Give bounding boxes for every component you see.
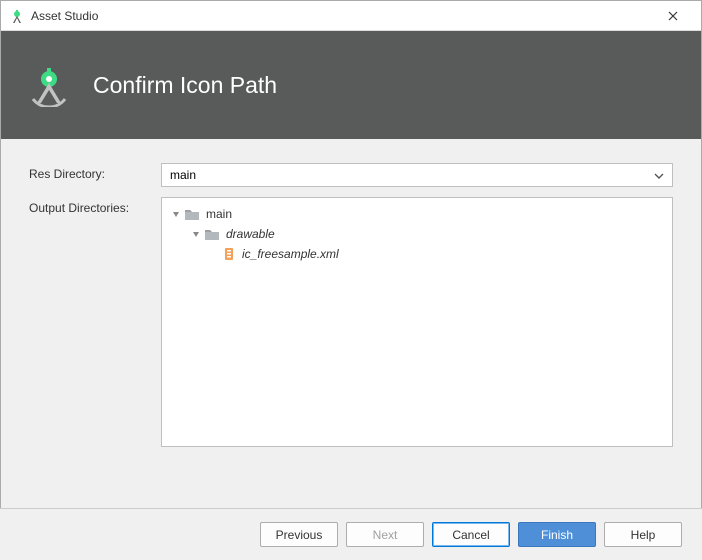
content-area: Res Directory: main Output Directories: <box>1 139 701 467</box>
tree-row-main[interactable]: main <box>170 204 664 224</box>
titlebar: Asset Studio <box>1 1 701 31</box>
close-button[interactable] <box>653 2 693 30</box>
folder-icon <box>204 227 220 241</box>
tree-row-drawable[interactable]: drawable <box>170 224 664 244</box>
banner-title: Confirm Icon Path <box>93 72 277 99</box>
android-studio-app-icon <box>9 8 25 24</box>
xml-file-icon <box>222 247 236 261</box>
button-bar: Previous Next Cancel Finish Help <box>0 508 702 560</box>
tree-node-label: ic_freesample.xml <box>242 247 339 261</box>
next-button: Next <box>346 522 424 547</box>
chevron-down-icon <box>654 168 664 182</box>
res-directory-dropdown[interactable]: main <box>161 163 673 187</box>
finish-button[interactable]: Finish <box>518 522 596 547</box>
folder-icon <box>184 207 200 221</box>
output-directories-tree[interactable]: main drawable <box>161 197 673 447</box>
android-studio-logo-icon <box>27 63 71 107</box>
output-directories-label: Output Directories: <box>29 197 161 215</box>
tree-row-file[interactable]: ic_freesample.xml <box>170 244 664 264</box>
tree-caret-icon[interactable] <box>170 207 182 221</box>
window-title: Asset Studio <box>31 9 653 23</box>
banner: Confirm Icon Path <box>1 31 701 139</box>
tree-caret-icon[interactable] <box>190 227 202 241</box>
res-directory-label: Res Directory: <box>29 163 161 181</box>
help-button[interactable]: Help <box>604 522 682 547</box>
cancel-button[interactable]: Cancel <box>432 522 510 547</box>
res-directory-value: main <box>170 168 196 182</box>
tree-node-label: drawable <box>226 227 275 241</box>
previous-button[interactable]: Previous <box>260 522 338 547</box>
tree-node-label: main <box>206 207 232 221</box>
